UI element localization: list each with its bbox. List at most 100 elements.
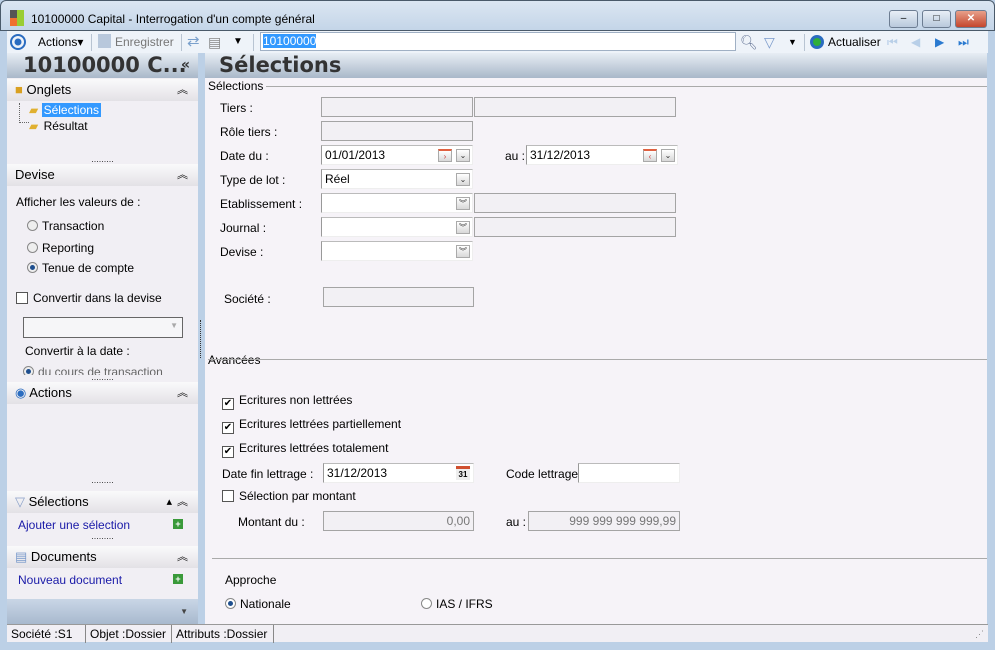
print-dropdown-icon[interactable]: ▼ [233,34,243,50]
checkbox-selection-montant[interactable]: Sélection par montant [222,489,356,503]
actions-label: Actions [38,35,78,49]
onglets-title: Onglets [26,82,72,97]
actions-section-header[interactable]: ◉ Actions ︽ [7,382,198,404]
tab-resultat[interactable]: ▰ Résultat [29,119,90,133]
approche-label: Approche [225,573,277,587]
radio-nationale[interactable]: Nationale [225,597,291,611]
group-divider [208,359,987,360]
checkbox-label: Ecritures non lettrées [239,393,353,407]
radio-icon [421,598,432,609]
maximize-button[interactable]: □ [922,10,951,28]
calendar-prev-icon[interactable]: ‹ [643,149,657,162]
dropdown-icon[interactable]: ⌄ [456,149,470,162]
refresh-icon [810,35,824,49]
resize-grip-icon[interactable]: ⋰ [975,629,984,640]
radio-label: Reporting [42,241,95,255]
radio-ias-ifrs[interactable]: IAS / IFRS [421,597,493,611]
etablissement-field[interactable]: ︾ [321,193,473,213]
montant-from-field[interactable]: 0,00 [323,511,474,531]
print-icon[interactable]: ▤ [208,34,221,50]
lookup-icon[interactable]: ︾ [456,197,470,210]
add-icon[interactable]: + [173,574,183,584]
devise-field[interactable]: ︾ [321,241,473,261]
panel-resize-handle[interactable] [200,320,201,358]
currency-select[interactable]: ▼ [23,317,183,338]
app-menu-icon[interactable] [10,34,26,50]
splitter[interactable]: ......... [7,532,198,541]
selections-section-header[interactable]: ▽ Sélections ▴ ︽ [7,491,198,513]
checkbox-lettrees-totalement[interactable]: ✔ Ecritures lettrées totalement [222,441,388,458]
selections-group-label: Sélections [208,79,267,93]
left-panel-header: 10100000 C... « [7,53,198,78]
app-icon [10,10,24,26]
convert-currency-checkbox[interactable]: Convertir dans la devise [16,291,162,305]
collapse-icon[interactable]: ︽ [177,79,188,101]
collapse-icon[interactable]: ︽ [177,491,188,513]
radio-label: IAS / IFRS [436,597,493,611]
filter-icon[interactable]: ▽ [764,34,775,50]
checkbox-non-lettrees[interactable]: ✔ Ecritures non lettrées [222,393,352,410]
add-selection-link[interactable]: Ajouter une sélection [18,518,130,532]
collapse-icon[interactable]: ︽ [177,164,188,186]
panel-overflow-bar[interactable]: ▼ [7,599,198,624]
tiers-code-field[interactable] [321,97,473,117]
journal-field[interactable]: ︾ [321,217,473,237]
calendar-next-icon[interactable]: › [438,149,452,162]
devise-section-header[interactable]: Devise ︽ [7,164,198,186]
tab-selections-label: Sélections [41,103,101,117]
montant-to-field[interactable]: 999 999 999 999,99 [528,511,680,531]
documents-section-header[interactable]: ▤ Documents ︽ [7,546,198,568]
chevron-down-icon[interactable]: ▼ [180,607,188,616]
date-from-field[interactable]: 01/01/2013 › ⌄ [321,145,473,165]
lookup-icon[interactable]: ︾ [456,245,470,258]
sync-icon[interactable]: ⇄ [187,34,200,50]
expand-icon[interactable]: ▴ [166,491,172,513]
type-lot-select[interactable]: Réel ⌄ [321,169,473,189]
date-to-value: 31/12/2013 [530,148,591,162]
collapse-icon[interactable]: ︽ [177,546,188,568]
collapse-icon[interactable]: ︽ [177,382,188,404]
radio-tenue-de-compte[interactable]: Tenue de compte [27,261,134,275]
radio-icon [27,262,38,273]
societe-label: Société : [224,292,271,306]
filter-dropdown-icon[interactable]: ▼ [788,34,797,50]
checkbox-label: Ecritures lettrées totalement [239,441,389,455]
splitter[interactable]: ......... [7,373,198,382]
checkbox-label: Convertir dans la devise [33,291,162,305]
close-button[interactable]: ✕ [955,10,987,28]
account-search-input[interactable]: 10100000 [260,32,736,51]
actions-menu[interactable]: Actions▾ [38,34,83,50]
tiers-label: Tiers : [220,101,253,115]
first-record-icon[interactable]: ⏮ [887,34,898,50]
role-tiers-field[interactable] [321,121,473,141]
search-icon[interactable]: 🔍︎ [740,34,758,50]
title-bar: 10100000 Capital - Interrogation d'un co… [0,0,995,31]
splitter[interactable]: ......... [7,155,198,164]
search-value: 10100000 [263,34,317,48]
date-fin-lettrage-field[interactable]: 31/12/2013 31 [323,463,474,483]
minimize-button[interactable]: – [889,10,918,28]
tab-selections[interactable]: ▰ Sélections [29,103,101,117]
checkbox-label: Sélection par montant [239,489,356,503]
add-icon[interactable]: + [173,519,183,529]
checkbox-label: Ecritures lettrées partiellement [239,417,402,431]
last-record-icon[interactable]: ⏭ [958,34,969,50]
next-record-icon[interactable]: ▶ [935,34,944,50]
checkbox-lettrees-partiellement[interactable]: ✔ Ecritures lettrées partiellement [222,417,401,434]
splitter[interactable]: ......... [7,476,198,485]
onglets-section-header[interactable]: ■ Onglets ︽ [7,79,198,101]
code-lettrage-field[interactable] [578,463,680,483]
date-to-field[interactable]: 31/12/2013 ‹ ⌄ [526,145,678,165]
dropdown-icon[interactable]: ⌄ [456,173,470,186]
new-document-link[interactable]: Nouveau document [18,573,122,587]
collapse-panel-button[interactable]: « [181,53,190,78]
radio-transaction[interactable]: Transaction [27,219,104,233]
dropdown-icon[interactable]: ⌄ [661,149,675,162]
radio-reporting[interactable]: Reporting [27,241,94,255]
calendar-icon[interactable]: 31 [456,466,470,480]
previous-record-icon[interactable]: ◀ [911,34,920,50]
checkbox-icon [16,292,28,304]
refresh-button[interactable]: Actualiser [810,34,881,50]
lookup-icon[interactable]: ︾ [456,221,470,234]
save-button[interactable]: Enregistrer [98,34,174,50]
